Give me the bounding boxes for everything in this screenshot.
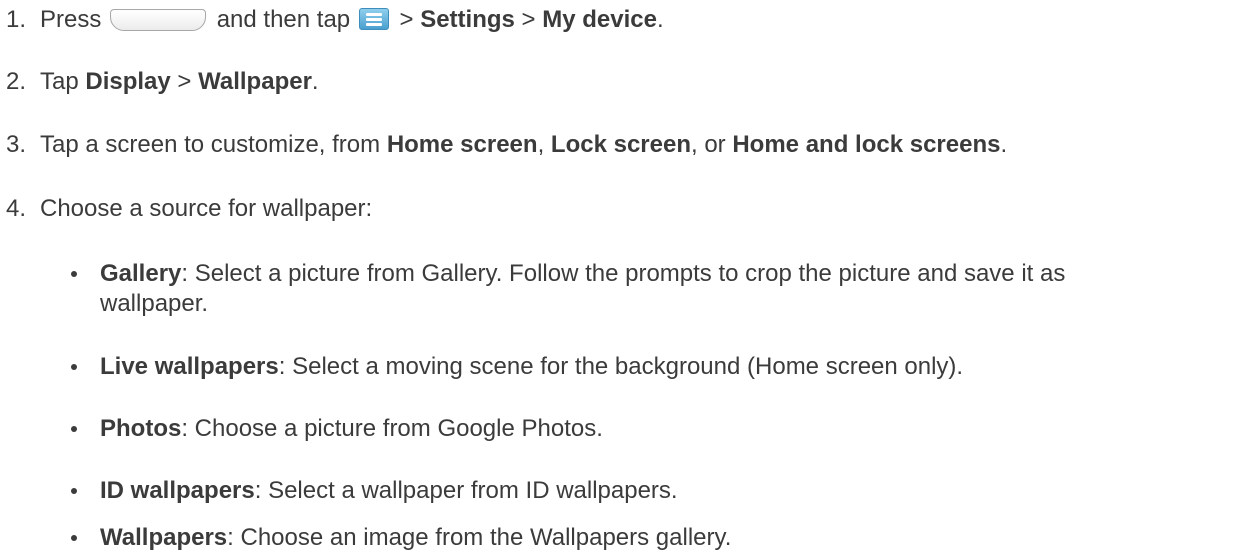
wallpaper-label: Wallpaper [198,68,312,95]
source-desc: : Choose a picture from Google Photos. [181,415,603,442]
bullet [71,364,77,370]
bullet [71,535,77,541]
period: . [656,6,664,33]
menu-icon [358,8,389,30]
separator: > [399,6,414,33]
step-3: 3. Tap a screen to customize, from Home s… [6,130,1007,160]
source-desc: : Select a moving scene for the backgrou… [278,353,964,380]
step-text: Press [40,6,102,33]
step-number: 4. [6,195,27,222]
step-text: and then tap [216,6,351,33]
source-live-wallpapers: Live wallpapers: Select a moving scene f… [71,352,1210,382]
separator: , or [690,131,726,158]
step-number: 1. [6,6,27,33]
settings-label: Settings [420,6,515,33]
period: . [1000,131,1008,158]
step-text: Tap a screen to customize, from [40,131,381,158]
source-wallpapers: Wallpapers: Choose an image from the Wal… [71,523,1210,553]
step-number: 2. [6,68,27,95]
source-name: Gallery [100,260,182,287]
display-label: Display [85,68,171,95]
step-4: 4. Choose a source for wallpaper: [6,194,372,224]
source-photos: Photos: Choose a picture from Google Pho… [71,414,1210,444]
home-screen-label: Home screen [386,131,538,158]
step-number: 3. [6,131,27,158]
separator: , [537,131,545,158]
source-gallery: Gallery: Select a picture from Gallery. … [71,259,1210,319]
bullet [71,271,77,277]
source-desc: : Choose an image from the Wallpapers ga… [227,524,732,551]
separator: > [177,68,192,95]
bullet [71,426,77,432]
separator: > [521,6,536,33]
source-name: Wallpapers [100,524,228,551]
step-2: 2. Tap Display > Wallpaper. [6,67,319,97]
source-desc: : Select a wallpaper from ID wallpapers. [254,477,678,504]
step-1: 1. Press and then tap > Settings > My dev… [6,5,664,35]
instructions: 1. Press and then tap > Settings > My dev… [0,0,1238,554]
source-desc: wallpaper. [100,290,209,317]
step-text: Tap [40,68,79,95]
source-name: ID wallpapers [100,477,255,504]
home-key-icon [110,9,207,31]
home-and-lock-screens-label: Home and lock screens [732,131,1001,158]
source-name: Live wallpapers [100,353,279,380]
source-name: Photos [100,415,182,442]
source-id-wallpapers: ID wallpapers: Select a wallpaper from I… [71,476,1210,506]
source-desc: : Select a picture from Gallery. Follow … [181,260,1066,287]
lock-screen-label: Lock screen [550,131,691,158]
bullet [71,488,77,494]
step-text: Choose a source for wallpaper: [40,195,373,222]
period: . [311,68,319,95]
my-device-label: My device [542,6,657,33]
